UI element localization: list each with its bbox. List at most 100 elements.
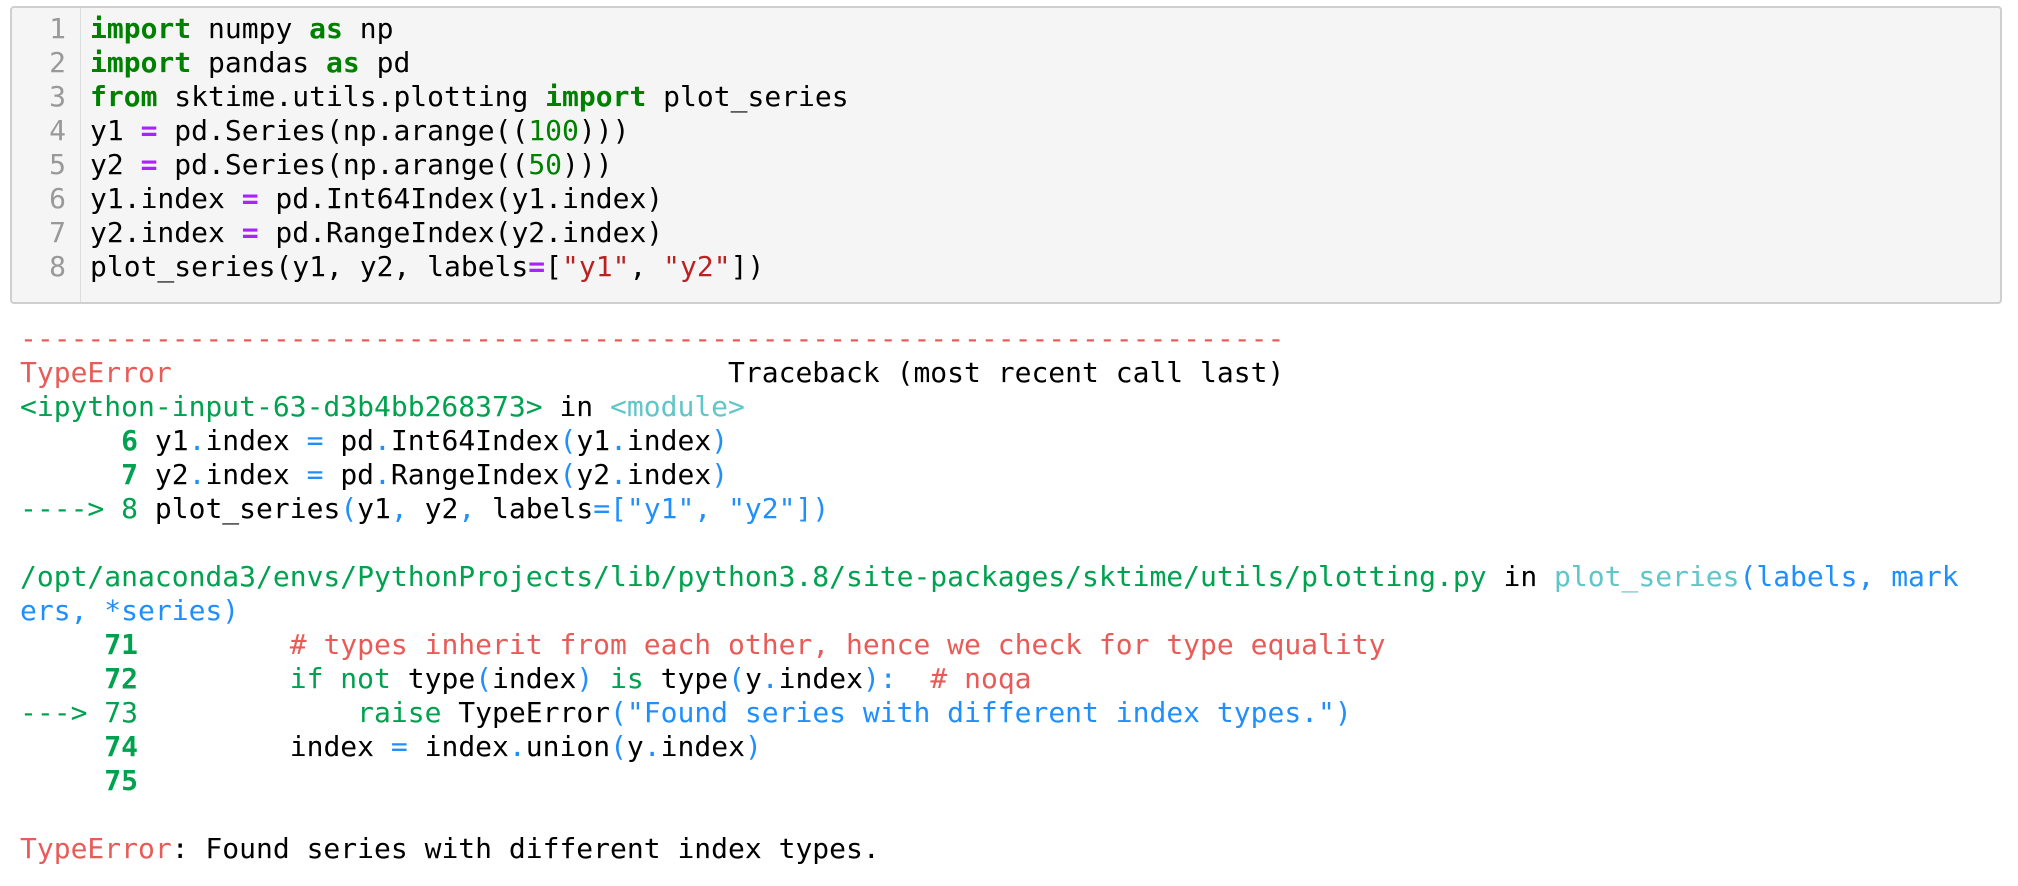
code-token: sktime.utils.plotting	[157, 80, 546, 113]
line-number: 5	[49, 148, 66, 181]
code-token: ,	[458, 492, 476, 525]
code-token: 72	[20, 662, 139, 695]
code-token: "y1"	[562, 250, 630, 283]
code-token: )	[576, 662, 594, 695]
code-token: type	[390, 662, 476, 695]
code-token: (labels, mark	[1739, 560, 1959, 593]
code-token: ----------------------------------------…	[20, 322, 1285, 355]
traceback-code-line: 71 # types inherit from each other, henc…	[20, 628, 1385, 662]
code-token: TypeError	[20, 832, 172, 865]
line-number-gutter: 1 2 3 4 5 6 7 8	[12, 8, 81, 302]
code-token: pd.Series(np.arange((	[157, 148, 529, 181]
code-token: : Found series with different index type…	[171, 832, 880, 865]
code-token: =	[241, 182, 259, 215]
traceback-separator: ----------------------------------------…	[20, 322, 1284, 356]
code-token: y	[626, 730, 644, 763]
code-token: numpy	[191, 12, 310, 45]
code-token: (	[610, 730, 627, 763]
code-token: =	[140, 148, 158, 181]
code-token: raise	[138, 696, 442, 729]
code-token: =	[528, 250, 546, 283]
traceback-code-line: 75	[20, 764, 138, 798]
code-token: pandas	[191, 46, 327, 79]
code-token: 74	[20, 730, 139, 763]
code-token: =	[306, 458, 324, 491]
code-token: TypeError	[441, 696, 611, 729]
code-token: index	[138, 730, 391, 763]
code-token: ,	[629, 250, 664, 283]
code-token: 100	[528, 114, 579, 147]
code-token: is	[593, 662, 644, 695]
code-token: ("Found series with different index type…	[610, 696, 1352, 729]
code-token: (	[559, 424, 577, 457]
code-token: as	[309, 12, 343, 45]
code-token: 7	[20, 458, 139, 491]
line-number: 6	[49, 182, 66, 215]
code-token: <module>	[610, 390, 745, 423]
code-token: y2	[138, 458, 189, 491]
code-token: as	[326, 46, 360, 79]
code-token: (	[475, 662, 493, 695]
code-token: from	[90, 80, 158, 113]
code-line: plot_series(y1, y2, labels=["y1", "y2"])	[90, 250, 764, 284]
code-token: =	[241, 216, 259, 249]
code-input-cell[interactable]: 1 2 3 4 5 6 7 8 import numpy as np impor…	[10, 6, 2002, 304]
code-token: [	[545, 250, 563, 283]
code-token: )	[711, 424, 729, 457]
code-token: y2	[407, 492, 459, 525]
code-token: index	[407, 730, 509, 763]
code-token: plot_series	[138, 492, 341, 525]
code-token: .	[643, 730, 661, 763]
traceback-code-line: 6 y1.index = pd.Int64Index(y1.index)	[20, 424, 728, 458]
code-token: pd	[323, 424, 375, 457]
code-token: labels	[475, 492, 594, 525]
code-token: index	[492, 662, 577, 695]
code-token: plot_series	[646, 80, 849, 113]
code-token: import	[90, 12, 192, 45]
code-token: 6	[20, 424, 139, 457]
code-line: from sktime.utils.plotting import plot_s…	[90, 80, 849, 114]
code-token: Int64Index	[390, 424, 560, 457]
code-token: np	[342, 12, 394, 45]
code-token: import	[545, 80, 647, 113]
code-token: index	[660, 730, 745, 763]
code-token: # types inherit from each other, hence w…	[138, 628, 1386, 661]
code-token: =["y1", "y2"])	[593, 492, 830, 525]
code-token: =	[306, 424, 324, 457]
traceback-frame-location: /opt/anaconda3/envs/PythonProjects/lib/p…	[20, 560, 1959, 594]
line-number: 4	[49, 114, 66, 147]
code-token: in	[542, 390, 611, 423]
line-number: 3	[49, 80, 66, 113]
code-token: (	[559, 458, 577, 491]
code-token: <ipython-input-63-d3b4bb268373>	[20, 390, 543, 423]
traceback-code-line: 74 index = index.union(y.index)	[20, 730, 762, 764]
code-token: .	[188, 458, 206, 491]
line-number: 8	[49, 250, 66, 283]
code-token: y2	[90, 148, 141, 181]
line-number: 1	[49, 12, 66, 45]
error-message: TypeError: Found series with different i…	[20, 832, 880, 866]
code-token: .	[374, 458, 391, 491]
code-line: y1.index = pd.Int64Index(y1.index)	[90, 182, 663, 216]
code-token: 50	[528, 148, 563, 181]
code-token: not	[323, 662, 391, 695]
code-token: =	[390, 730, 408, 763]
code-token: index	[205, 424, 307, 457]
traceback-frame-location: <ipython-input-63-d3b4bb268373> in <modu…	[20, 390, 745, 424]
code-token: .	[761, 662, 779, 695]
code-token: ers, *series)	[20, 594, 240, 627]
code-token: (	[340, 492, 358, 525]
code-token: y1	[357, 492, 391, 525]
code-token: .	[508, 730, 526, 763]
code-token: y	[744, 662, 762, 695]
code-token: =	[140, 114, 158, 147]
code-token: index	[626, 458, 712, 491]
code-token: ):	[862, 662, 897, 695]
code-token: index	[205, 458, 307, 491]
code-token: y2	[576, 458, 611, 491]
code-token: .	[188, 424, 206, 457]
code-token: plot_series	[1554, 560, 1740, 593]
code-token: .	[610, 458, 627, 491]
code-line: y2 = pd.Series(np.arange((50)))	[90, 148, 613, 182]
traceback-code-line: 72 if not type(index) is type(y.index): …	[20, 662, 1031, 696]
